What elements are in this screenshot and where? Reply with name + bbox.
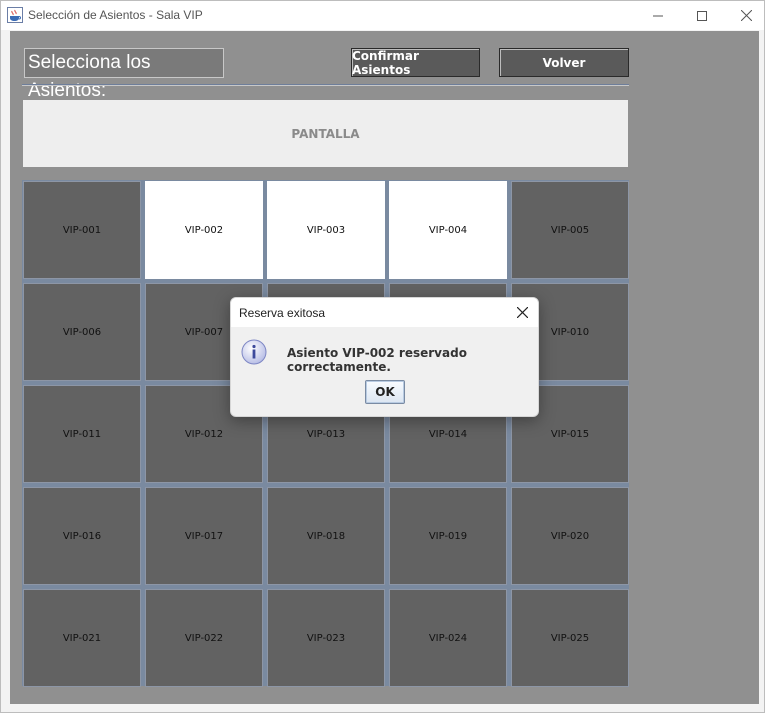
back-button[interactable]: Volver [499,48,629,77]
seat-button[interactable]: VIP-019 [389,487,507,585]
ok-button[interactable]: OK [365,380,405,404]
close-icon [516,306,528,318]
header-separator [22,84,629,86]
seat-button[interactable]: VIP-023 [267,589,385,687]
maximize-button[interactable] [679,1,725,30]
seat-button[interactable]: VIP-020 [511,487,629,585]
success-dialog: Reserva exitosa Asiento VIP-002 reservad… [230,297,539,417]
maximize-icon [697,10,707,21]
seat-button[interactable]: VIP-016 [23,487,141,585]
seat-button[interactable]: VIP-021 [23,589,141,687]
minimize-button[interactable] [635,1,681,30]
dialog-title: Reserva exitosa [239,306,326,320]
seat-button[interactable]: VIP-004 [389,181,507,279]
seat-button[interactable]: VIP-001 [23,181,141,279]
seat-button[interactable]: VIP-024 [389,589,507,687]
minimize-icon [653,15,663,16]
info-icon [241,339,267,365]
confirm-seats-button[interactable]: Confirmar Asientos [351,48,480,77]
select-seats-label: Selecciona los Asientos: [24,48,224,101]
screen-banner: PANTALLA [23,100,628,167]
seat-button[interactable]: VIP-025 [511,589,629,687]
seat-button[interactable]: VIP-006 [23,283,141,381]
close-button[interactable] [723,1,765,30]
seat-button[interactable]: VIP-002 [145,181,263,279]
dialog-message: Asiento VIP-002 reservado correctamente. [287,346,467,374]
title-bar[interactable]: Selección de Asientos - Sala VIP [1,1,764,30]
close-icon [740,10,752,21]
seat-button[interactable]: VIP-018 [267,487,385,585]
window-title: Selección de Asientos - Sala VIP [28,8,203,22]
seat-button[interactable]: VIP-017 [145,487,263,585]
seat-button[interactable]: VIP-003 [267,181,385,279]
java-cup-icon [7,7,23,23]
seat-button[interactable]: VIP-005 [511,181,629,279]
seat-grid: VIP-001 VIP-002 VIP-003 VIP-004 VIP-005 VIP-0… [22,180,629,687]
seat-button[interactable]: VIP-011 [23,385,141,483]
seat-button[interactable]: VIP-022 [145,589,263,687]
dialog-title-bar[interactable]: Reserva exitosa [231,298,538,327]
app-window: Selección de Asientos - Sala VIP Selecci… [0,0,765,713]
dialog-close-button[interactable] [511,301,533,323]
